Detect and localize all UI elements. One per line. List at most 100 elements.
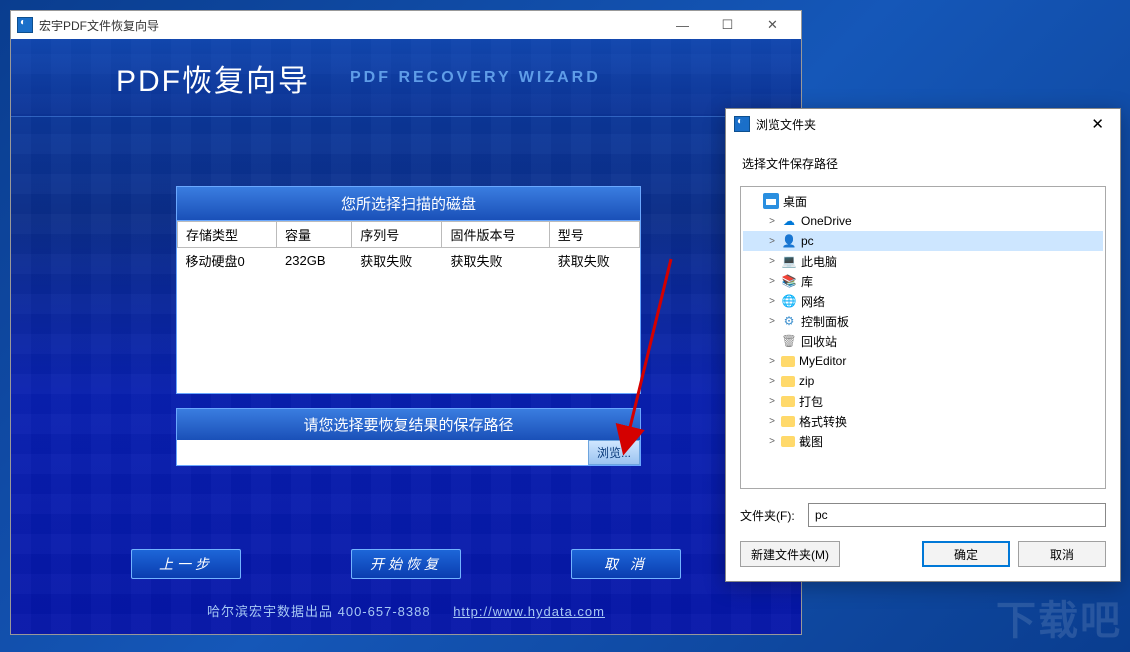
ok-button[interactable]: 确定: [922, 541, 1010, 567]
wizard-buttons: 上一步 开始恢复 取 消: [11, 549, 801, 579]
cancel-button[interactable]: 取 消: [571, 549, 681, 579]
dialog-buttons: 新建文件夹(M) 确定 取消: [726, 541, 1120, 581]
cloud-icon: ☁: [781, 213, 797, 229]
expand-icon[interactable]: >: [765, 296, 779, 307]
tree-item[interactable]: >⚙控制面板: [743, 311, 1103, 331]
folder-label: 文件夹(F):: [740, 507, 808, 524]
path-panel-title: 请您选择要恢复结果的保存路径: [177, 409, 640, 440]
tree-item[interactable]: >💻此电脑: [743, 251, 1103, 271]
path-input[interactable]: [177, 440, 588, 465]
expand-icon[interactable]: >: [765, 436, 779, 447]
browse-dialog: 浏览文件夹 ✕ 选择文件保存路径 桌面>☁OneDrive>👤pc>💻此电脑>📚…: [725, 108, 1121, 582]
table-header[interactable]: 型号: [549, 222, 639, 248]
table-cell: 获取失败: [352, 248, 442, 274]
tree-item-label: MyEditor: [799, 354, 846, 368]
footer-link[interactable]: http://www.hydata.com: [453, 604, 605, 619]
minimize-button[interactable]: —: [660, 11, 705, 39]
folder-tree[interactable]: 桌面>☁OneDrive>👤pc>💻此电脑>📚库>🌐网络>⚙控制面板🗑回收站>M…: [740, 186, 1106, 489]
window-controls: — ☐ ✕: [660, 11, 795, 39]
start-button[interactable]: 开始恢复: [351, 549, 461, 579]
titlebar-text: 宏宇PDF文件恢复向导: [39, 17, 159, 34]
tree-item-label: 打包: [799, 393, 823, 410]
tree-item[interactable]: >☁ OneDrive: [743, 211, 1103, 231]
expand-icon[interactable]: >: [765, 216, 779, 227]
dialog-title: 浏览文件夹: [756, 116, 816, 133]
titlebar: 宏宇PDF文件恢复向导 — ☐ ✕: [11, 11, 801, 39]
dialog-cancel-button[interactable]: 取消: [1018, 541, 1106, 567]
dialog-titlebar: 浏览文件夹 ✕: [726, 109, 1120, 139]
dialog-icon: [734, 116, 750, 132]
prev-button[interactable]: 上一步: [131, 549, 241, 579]
lib-icon: 📚: [781, 273, 797, 289]
main-window: 宏宇PDF文件恢复向导 — ☐ ✕ PDF恢复向导 PDF RECOVERY W…: [10, 10, 802, 635]
dialog-close-button[interactable]: ✕: [1083, 113, 1112, 135]
tree-item[interactable]: >📚库: [743, 271, 1103, 291]
table-header[interactable]: 固件版本号: [442, 222, 549, 248]
tree-item-label: OneDrive: [801, 214, 852, 228]
tree-item-label: 回收站: [801, 333, 837, 350]
table-header[interactable]: 存储类型: [178, 222, 277, 248]
header-bar: PDF恢复向导 PDF RECOVERY WIZARD: [11, 39, 801, 117]
new-folder-button[interactable]: 新建文件夹(M): [740, 541, 840, 567]
header-title-en: PDF RECOVERY WIZARD: [350, 69, 601, 87]
folder-row: 文件夹(F):: [740, 503, 1106, 527]
folder-input[interactable]: [808, 503, 1106, 527]
expand-icon[interactable]: >: [765, 376, 779, 387]
footer-text: 哈尔滨宏宇数据出品 400-657-8388: [207, 604, 431, 619]
tree-item[interactable]: >zip: [743, 371, 1103, 391]
tree-item[interactable]: >🌐网络: [743, 291, 1103, 311]
footer: 哈尔滨宏宇数据出品 400-657-8388 http://www.hydata…: [11, 601, 801, 620]
expand-icon[interactable]: >: [765, 256, 779, 267]
table-cell: 获取失败: [442, 248, 549, 274]
tree-item[interactable]: > MyEditor: [743, 351, 1103, 371]
tree-item-label: 库: [801, 273, 813, 290]
dialog-body: 选择文件保存路径 桌面>☁OneDrive>👤pc>💻此电脑>📚库>🌐网络>⚙控…: [726, 139, 1120, 541]
disk-panel-title: 您所选择扫描的磁盘: [177, 187, 640, 221]
table-header[interactable]: 序列号: [352, 222, 442, 248]
expand-icon[interactable]: >: [765, 236, 779, 247]
tree-item-label: pc: [801, 234, 814, 248]
pc-icon: 💻: [781, 253, 797, 269]
main-body: PDF恢复向导 PDF RECOVERY WIZARD 当前版 您所选择扫描的磁…: [11, 39, 801, 634]
desktop-icon: [763, 193, 779, 209]
browse-button[interactable]: 浏览...: [588, 440, 640, 465]
table-cell: 获取失败: [549, 248, 639, 274]
maximize-button[interactable]: ☐: [705, 11, 750, 39]
tree-item[interactable]: 🗑回收站: [743, 331, 1103, 351]
folder-icon: [781, 376, 795, 387]
folder-icon: [781, 416, 795, 427]
header-title-cn: PDF恢复向导: [116, 56, 310, 100]
path-panel: 请您选择要恢复结果的保存路径 浏览...: [176, 408, 641, 466]
expand-icon[interactable]: >: [765, 396, 779, 407]
table-cell: 移动硬盘0: [178, 248, 277, 274]
table-header[interactable]: 容量: [277, 222, 352, 248]
dialog-prompt: 选择文件保存路径: [742, 155, 1106, 172]
tree-item-label: 格式转换: [799, 413, 847, 430]
tree-item[interactable]: >👤 pc: [743, 231, 1103, 251]
expand-icon[interactable]: >: [765, 276, 779, 287]
close-button[interactable]: ✕: [750, 11, 795, 39]
expand-icon[interactable]: >: [765, 316, 779, 327]
table-row[interactable]: 移动硬盘0232GB获取失败获取失败获取失败: [178, 248, 640, 274]
tree-item[interactable]: > 打包: [743, 391, 1103, 411]
tree-item[interactable]: > 格式转换: [743, 411, 1103, 431]
folder-icon: [781, 436, 795, 447]
table-cell: 232GB: [277, 248, 352, 274]
version-text: 当前版: [11, 117, 801, 136]
tree-item-label: 截图: [799, 433, 823, 450]
tree-item-label: 网络: [801, 293, 825, 310]
tree-item-label: 控制面板: [801, 313, 849, 330]
ctrl-icon: ⚙: [781, 313, 797, 329]
disk-panel: 您所选择扫描的磁盘 存储类型容量序列号固件版本号型号 移动硬盘0232GB获取失…: [176, 186, 641, 394]
expand-icon[interactable]: >: [765, 416, 779, 427]
user-icon: 👤: [781, 233, 797, 249]
disk-table: 存储类型容量序列号固件版本号型号 移动硬盘0232GB获取失败获取失败获取失败: [177, 221, 640, 273]
tree-item[interactable]: 桌面: [743, 191, 1103, 211]
folder-icon: [781, 356, 795, 367]
expand-icon[interactable]: >: [765, 356, 779, 367]
net-icon: 🌐: [781, 293, 797, 309]
path-row: 浏览...: [177, 440, 640, 465]
folder-icon: [781, 396, 795, 407]
tree-item[interactable]: > 截图: [743, 431, 1103, 451]
app-icon: [17, 17, 33, 33]
